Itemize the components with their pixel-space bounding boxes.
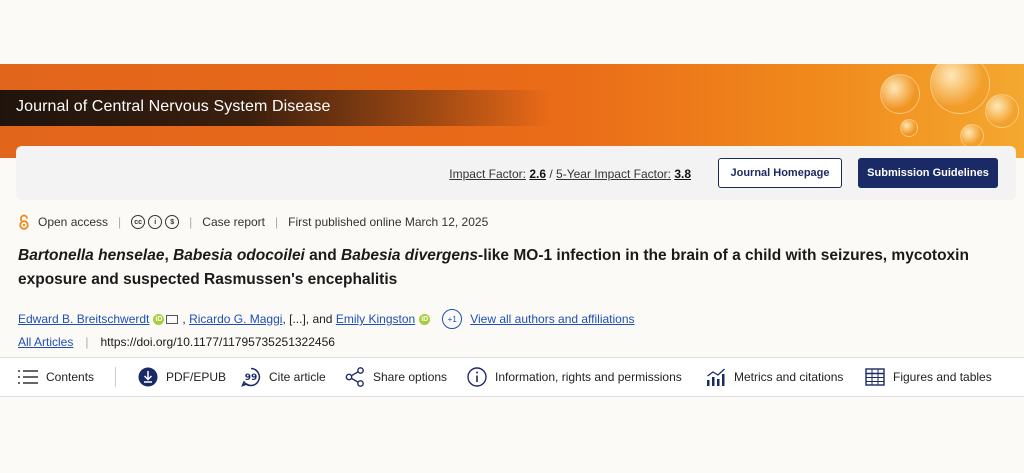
view-all-authors-link[interactable]: View all authors and affiliations: [470, 312, 634, 326]
decorative-bubble: [985, 94, 1019, 128]
article-type: Case report: [202, 215, 265, 229]
download-icon: [138, 367, 158, 387]
list-icon: [18, 370, 38, 384]
meta-divider: |: [275, 215, 279, 229]
authors-ellipsis[interactable]: , [...], and: [282, 312, 332, 326]
meta-divider: |: [189, 215, 193, 229]
author-link[interactable]: Ricardo G. Maggi: [189, 312, 282, 326]
svg-text:99: 99: [245, 373, 258, 383]
all-articles-link[interactable]: All Articles: [18, 335, 73, 349]
top-whitespace: [0, 0, 1024, 64]
toolbar-divider: [115, 367, 116, 387]
author-list: Edward B. Breitschwerdt iD , Ricardo G. …: [18, 309, 635, 329]
submission-guidelines-button[interactable]: Submission Guidelines: [858, 158, 998, 188]
share-options-button[interactable]: Share options: [345, 366, 447, 388]
article-toolbar: Contents PDF/EPUB 99 Cite article Share …: [0, 357, 1024, 397]
title-part: Bartonella henselae: [18, 247, 165, 264]
journal-title[interactable]: Journal of Central Nervous System Diseas…: [16, 98, 330, 116]
doi-row: All Articles | https://doi.org/10.1177/1…: [18, 335, 335, 349]
more-authors-badge[interactable]: +1: [442, 309, 463, 329]
journal-banner: Journal of Central Nervous System Diseas…: [0, 64, 1024, 158]
journal-metrics-card: Impact Factor: 2.6 / 5-Year Impact Facto…: [16, 146, 1016, 200]
published-date: First published online March 12, 2025: [288, 215, 489, 229]
metrics-label: Metrics and citations: [734, 370, 844, 384]
license-icons[interactable]: cc i $: [131, 215, 180, 229]
decorative-bubble: [960, 124, 984, 148]
journal-homepage-button[interactable]: Journal Homepage: [718, 158, 842, 188]
author-link[interactable]: Emily Kingston: [336, 312, 415, 326]
cc-icon: cc: [131, 215, 146, 229]
author-separator: ,: [182, 312, 186, 326]
title-part: Babesia odocoilei: [173, 247, 305, 264]
impact-factor: Impact Factor: 2.6 / 5-Year Impact Facto…: [449, 167, 691, 181]
doi-divider: |: [85, 335, 89, 349]
metrics-button[interactable]: Metrics and citations: [706, 366, 843, 388]
open-access-label: Open access: [38, 215, 109, 229]
decorative-bubble: [880, 74, 920, 114]
impact-separator: /: [549, 167, 553, 181]
title-part: and: [304, 247, 342, 264]
info-icon: [467, 367, 487, 387]
five-year-impact-value[interactable]: 3.8: [674, 167, 691, 181]
open-access-icon: [19, 214, 29, 230]
author-link[interactable]: Edward B. Breitschwerdt: [18, 312, 149, 326]
meta-divider: |: [118, 215, 122, 229]
share-icon: [345, 367, 364, 387]
quote-icon: 99: [241, 367, 261, 387]
contents-button[interactable]: Contents: [18, 366, 94, 388]
title-part: ,: [164, 247, 174, 264]
information-button[interactable]: Information, rights and permissions: [467, 366, 682, 388]
table-icon: [865, 368, 885, 386]
orcid-icon[interactable]: iD: [153, 313, 165, 325]
by-icon: i: [148, 215, 163, 229]
orcid-icon[interactable]: iD: [419, 313, 431, 325]
information-label: Information, rights and permissions: [495, 370, 682, 384]
cite-article-label: Cite article: [269, 370, 326, 384]
cite-article-button[interactable]: 99 Cite article: [241, 366, 326, 388]
share-options-label: Share options: [373, 370, 448, 384]
contents-label: Contents: [46, 370, 95, 384]
five-year-impact-label[interactable]: 5-Year Impact Factor:: [556, 167, 671, 181]
title-part: Babesia divergens: [341, 247, 479, 264]
figures-tables-label: Figures and tables: [893, 370, 992, 384]
pdf-epub-button[interactable]: PDF/EPUB: [138, 366, 226, 388]
decorative-bubble: [930, 64, 990, 114]
article-meta-row: Open access | cc i $ | Case report | Fir…: [18, 212, 488, 232]
impact-factor-value[interactable]: 2.6: [529, 167, 546, 181]
article-title: Bartonella henselae, Babesia odocoilei a…: [18, 244, 1008, 292]
figures-tables-button[interactable]: Figures and tables: [865, 366, 992, 388]
pdf-epub-label: PDF/EPUB: [166, 370, 227, 384]
impact-factor-label[interactable]: Impact Factor:: [449, 167, 526, 181]
decorative-bubble: [900, 119, 918, 137]
metrics-icon: [707, 368, 725, 386]
email-icon[interactable]: [166, 314, 179, 324]
bottom-whitespace: [0, 408, 1024, 473]
doi-link[interactable]: https://doi.org/10.1177/1179573525132245…: [100, 335, 334, 349]
nc-icon: $: [165, 215, 180, 229]
